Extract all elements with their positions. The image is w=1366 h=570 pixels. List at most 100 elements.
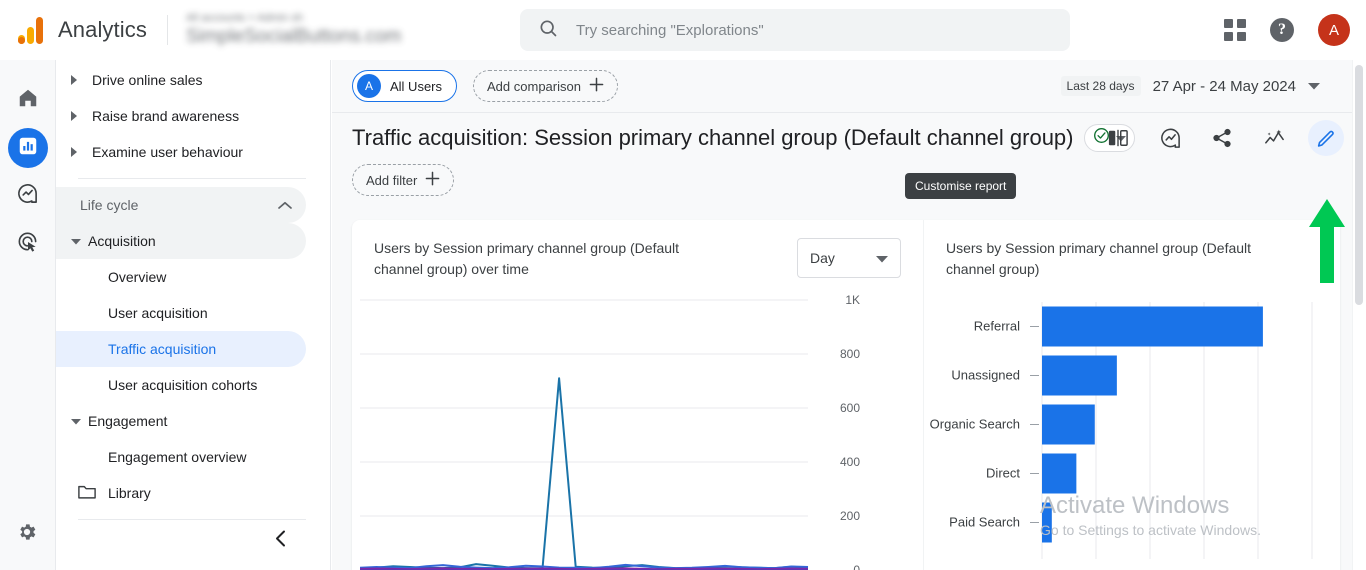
property-name: SimpleSocialButtons.com (185, 26, 402, 47)
sidebar-divider-bottom (78, 519, 306, 520)
add-filter-label: Add filter (366, 172, 418, 188)
add-filter-button[interactable]: Add filter (352, 164, 455, 196)
sidebar-section-life-cycle[interactable]: Life cycle (56, 187, 306, 223)
svg-text:0: 0 (853, 563, 860, 570)
svg-text:Paid Search: Paid Search (949, 515, 1020, 530)
sidebar-item-traffic-acquisition[interactable]: Traffic acquisition (56, 331, 306, 367)
sidebar-item-library[interactable]: Library (56, 475, 330, 511)
sidebar-divider (78, 178, 306, 179)
share-icon[interactable] (1204, 120, 1240, 156)
page-scrollbar-thumb[interactable] (1355, 65, 1363, 305)
page-scrollbar-track[interactable] (1352, 60, 1366, 570)
icon-rail (0, 60, 56, 570)
audience-avatar: A (357, 74, 381, 98)
search-bar[interactable] (520, 9, 1070, 51)
sidebar-item-raise-brand-awareness[interactable]: Raise brand awareness (56, 98, 330, 134)
rail-item-explore[interactable] (8, 176, 48, 216)
rail-item-reports[interactable] (7, 128, 48, 168)
sidebar-item-overview[interactable]: Overview (56, 259, 306, 295)
svg-text:600: 600 (840, 401, 860, 415)
audience-chip-all-users[interactable]: A All Users (352, 70, 458, 102)
explore-icon (16, 182, 39, 210)
sidebar-item-label: Overview (108, 269, 167, 285)
granularity-value: Day (810, 250, 835, 266)
analytics-app: Analytics All accounts > Admin sh Simple… (0, 0, 1366, 570)
add-comparison-button[interactable]: Add comparison (473, 70, 618, 102)
sidebar-group-engagement[interactable]: Engagement (56, 403, 306, 439)
chevron-down-icon (1308, 77, 1320, 95)
bar-card-header: Users by Session primary channel group (… (946, 238, 1318, 280)
account-property-selector[interactable]: All accounts > Admin sh SimpleSocialButt… (186, 11, 401, 49)
sidebar-item-label: Drive online sales (92, 72, 203, 88)
bar-chart-title: Users by Session primary channel group (… (946, 240, 1252, 277)
collapse-navigation-button[interactable] (56, 530, 330, 552)
chevron-right-icon (62, 75, 86, 85)
granularity-select[interactable]: Day (797, 238, 901, 278)
line-card-header: Users by Session primary channel group (… (374, 238, 901, 280)
svg-text:Direct: Direct (986, 466, 1020, 481)
sidebar-item-label: Raise brand awareness (92, 108, 240, 124)
search-input[interactable] (576, 21, 1036, 39)
header-actions: ? A (1224, 0, 1350, 60)
plus-icon (425, 171, 440, 189)
audience-chip-label: All Users (390, 78, 443, 94)
page-title: Traffic acquisition: Session primary cha… (352, 125, 1074, 150)
insights-icon[interactable] (1152, 120, 1188, 156)
report-title-row: Traffic acquisition: Session primary cha… (332, 118, 1366, 158)
chevron-up-icon (278, 197, 292, 213)
date-range-text: 27 Apr - 24 May 2024 (1152, 77, 1296, 95)
chevron-right-icon (62, 111, 86, 121)
brand-name: Analytics (58, 17, 147, 42)
chevron-down-icon (64, 238, 88, 245)
sidebar-item-label: User acquisition cohorts (108, 377, 258, 393)
search-icon (538, 18, 558, 43)
gear-icon (16, 524, 38, 547)
bar-chart-plot: Referral Unassigned Organic Search Direct Pa… (930, 302, 1313, 559)
filter-row: Add filter (332, 164, 1366, 196)
tooltip-customise-report: Customise report (905, 173, 1017, 199)
home-icon (17, 87, 39, 114)
plus-icon (589, 77, 604, 95)
help-icon[interactable]: ? (1270, 18, 1294, 42)
chevron-left-icon (275, 530, 286, 552)
sidebar-item-user-acquisition[interactable]: User acquisition (56, 295, 306, 331)
rail-item-admin[interactable] (16, 521, 38, 548)
sidebar-item-examine-user-behaviour[interactable]: Examine user behaviour (56, 134, 330, 170)
rail-item-home[interactable] (8, 80, 48, 120)
sidebar-item-label: Examine user behaviour (92, 144, 243, 160)
sidebar-item-drive-online-sales[interactable]: Drive online sales (56, 62, 330, 98)
add-comparison-label: Add comparison (487, 78, 581, 94)
sidebar-group-label: Engagement (88, 413, 168, 429)
chevron-down-icon (64, 418, 88, 425)
sidebar-item-label: Library (108, 485, 151, 501)
line-chart-title: Users by Session primary channel group (… (374, 240, 680, 277)
avatar[interactable]: A (1318, 14, 1350, 46)
sidebar-navigation: Drive online sales Raise brand awareness… (56, 60, 331, 570)
sidebar-item-user-acquisition-cohorts[interactable]: User acquisition cohorts (56, 367, 306, 403)
svg-text:Referral: Referral (974, 319, 1020, 334)
top-header-bar: Analytics All accounts > Admin sh Simple… (0, 0, 1366, 60)
account-breadcrumb: All accounts > Admin sh (185, 12, 304, 24)
comparison-row: A All Users Add comparison Last 28 days … (332, 60, 1366, 112)
bar-chart-card: Users by Session primary channel group (… (924, 220, 1340, 570)
apps-grid-icon[interactable] (1224, 19, 1246, 41)
svg-text:800: 800 (840, 347, 860, 361)
compare-columns-icon[interactable] (1100, 120, 1136, 156)
sidebar-group-acquisition[interactable]: Acquisition (56, 223, 306, 259)
sidebar-item-engagement-overview[interactable]: Engagement overview (56, 439, 306, 475)
sidebar-group-label: Acquisition (88, 233, 156, 249)
report-actions (1100, 118, 1344, 158)
header-divider (166, 15, 168, 45)
line-chart-plot: 0 200 400 600 800 1K (360, 293, 860, 570)
advertising-target-icon (16, 230, 39, 258)
brand-logo-area[interactable]: Analytics (0, 16, 147, 44)
rail-item-advertising[interactable] (8, 224, 48, 264)
main-content: A All Users Add comparison Last 28 days … (332, 60, 1366, 570)
line-chart-card: Users by Session primary channel group (… (352, 220, 924, 570)
edit-pencil-icon[interactable] (1308, 120, 1344, 156)
google-analytics-logo-icon (18, 16, 44, 44)
trend-sparkle-icon[interactable] (1256, 120, 1292, 156)
sidebar-item-label: Engagement overview (108, 449, 247, 465)
chevron-down-icon (876, 250, 888, 266)
date-range-picker[interactable]: Last 28 days 27 Apr - 24 May 2024 (1060, 70, 1320, 102)
